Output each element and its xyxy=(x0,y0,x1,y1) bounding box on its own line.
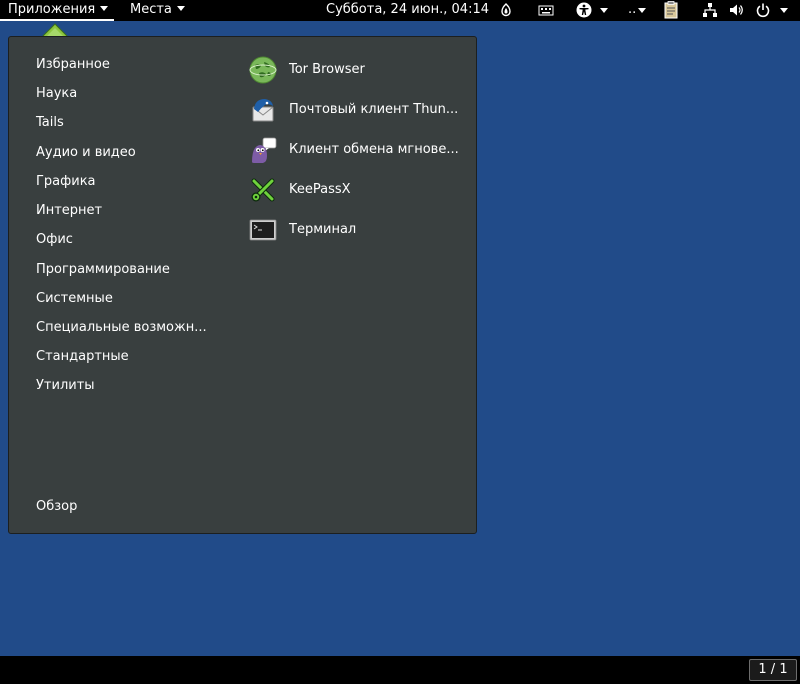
app-item-label: Клиент обмена мгнове... xyxy=(289,142,459,157)
category-office[interactable]: Офис xyxy=(36,232,73,247)
desktop-home-icon[interactable] xyxy=(40,21,70,37)
app-item-label: KeePassX xyxy=(289,182,351,197)
chevron-down-icon[interactable] xyxy=(638,8,646,13)
applications-menu-button[interactable]: Приложения xyxy=(0,0,114,21)
pidgin-icon xyxy=(252,137,277,163)
network-icon[interactable] xyxy=(702,2,718,18)
power-icon[interactable] xyxy=(755,2,771,18)
category-system[interactable]: Системные xyxy=(36,291,113,306)
category-audio-video[interactable]: Аудио и видео xyxy=(36,145,136,160)
applications-menu-label: Приложения xyxy=(8,2,96,17)
top-bar: Приложения Места Суббота, 24 июн., 04:14… xyxy=(0,0,800,21)
chevron-down-icon[interactable] xyxy=(600,8,608,13)
clock[interactable]: Суббота, 24 июн., 04:14 xyxy=(326,0,489,21)
keepassx-icon xyxy=(251,178,275,202)
chevron-down-icon[interactable] xyxy=(780,8,788,13)
accessibility-icon[interactable] xyxy=(576,2,592,18)
app-item-label: Tor Browser xyxy=(289,62,365,77)
category-graphics[interactable]: Графика xyxy=(36,174,96,189)
category-programming[interactable]: Программирование xyxy=(36,262,170,277)
places-menu-button[interactable]: Места xyxy=(130,0,185,21)
workspace-switcher[interactable]: 1 / 1 xyxy=(749,659,797,681)
tor-status-icon[interactable] xyxy=(498,2,514,18)
places-menu-label: Места xyxy=(130,2,172,17)
onscreen-keyboard-icon[interactable] xyxy=(538,2,554,18)
terminal-icon xyxy=(249,219,277,241)
tor-browser-icon xyxy=(249,56,277,84)
category-favorites[interactable]: Избранное xyxy=(36,57,110,72)
chevron-down-icon xyxy=(100,6,109,11)
thunderbird-icon xyxy=(252,99,274,122)
chevron-down-icon xyxy=(176,6,185,11)
keyboard-layout-label[interactable]: .. xyxy=(628,0,636,21)
clipboard-icon[interactable] xyxy=(663,1,679,19)
category-science[interactable]: Наука xyxy=(36,86,77,101)
app-item-label: Почтовый клиент Thun... xyxy=(289,102,459,117)
category-accessories[interactable]: Стандартные xyxy=(36,349,129,364)
category-utilities[interactable]: Утилиты xyxy=(36,378,95,393)
category-accessibility[interactable]: Специальные возможн... xyxy=(36,320,207,335)
category-internet[interactable]: Интернет xyxy=(36,203,102,218)
overview-button[interactable]: Обзор xyxy=(36,499,77,514)
category-tails[interactable]: Tails xyxy=(36,115,64,130)
volume-icon[interactable] xyxy=(728,2,744,18)
applications-menu-popup: Избранное Наука Tails Аудио и видео Граф… xyxy=(8,36,477,534)
bottom-bar xyxy=(0,656,800,684)
app-item-label: Терминал xyxy=(289,222,357,237)
